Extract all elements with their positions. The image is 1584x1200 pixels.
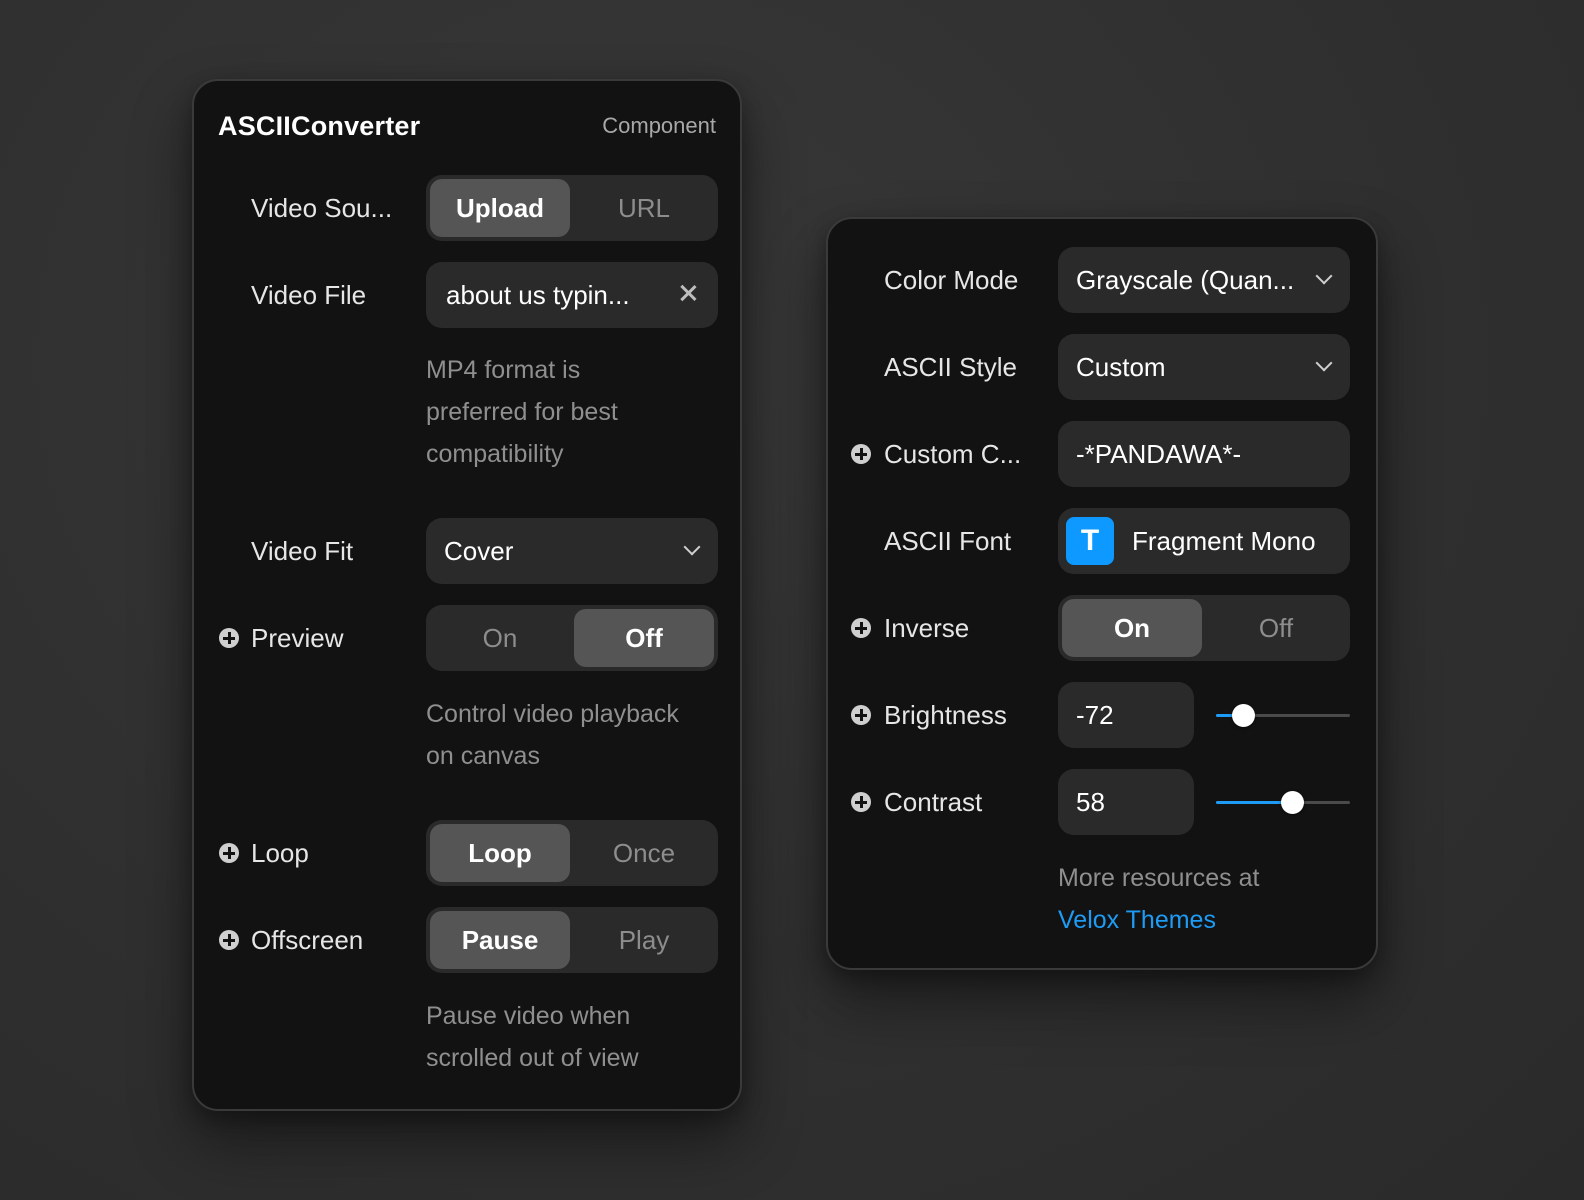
offscreen-label: Offscreen (251, 924, 364, 955)
help-line: Pause video when (426, 1002, 631, 1030)
plus-circle-icon[interactable] (851, 705, 871, 725)
custom-chars-value: -*PANDAWA*- (1076, 438, 1242, 469)
preview-on-option[interactable]: On (430, 609, 570, 667)
loop-option[interactable]: Loop (430, 824, 570, 882)
ascii-style-value: Custom (1076, 351, 1166, 382)
contrast-value: 58 (1076, 786, 1105, 817)
chevron-down-icon (683, 538, 701, 556)
inverse-off-option[interactable]: Off (1206, 599, 1346, 657)
inverse-label: Inverse (884, 612, 970, 643)
help-line: on canvas (426, 742, 540, 770)
video-fit-label: Video Fit (251, 535, 354, 566)
slider-thumb[interactable] (1281, 791, 1305, 814)
help-line: compatibility (426, 440, 564, 468)
resources-footer: More resources at Velox Themes (1058, 857, 1259, 941)
video-file-help: MP4 format is preferred for best compati… (426, 349, 618, 475)
inverse-toggle[interactable]: On Off (1058, 595, 1350, 661)
custom-chars-input[interactable]: -*PANDAWA*- (1058, 421, 1350, 487)
help-line: scrolled out of view (426, 1044, 639, 1072)
help-line: Control video playback (426, 700, 679, 728)
ascii-font-label: ASCII Font (884, 525, 1012, 556)
contrast-label: Contrast (884, 786, 983, 817)
velox-themes-link[interactable]: Velox Themes (1058, 899, 1259, 941)
video-source-label: Video Sou... (251, 192, 393, 223)
once-option[interactable]: Once (574, 824, 714, 882)
brightness-value: -72 (1076, 699, 1114, 730)
url-option[interactable]: URL (574, 179, 714, 237)
preview-label: Preview (251, 622, 344, 653)
help-line: MP4 format is (426, 356, 581, 384)
color-mode-row: Color Mode Grayscale (Quan... (828, 247, 1376, 313)
play-option[interactable]: Play (574, 911, 714, 969)
slider-thumb[interactable] (1231, 704, 1255, 727)
ascii-font-value: Fragment Mono (1132, 525, 1316, 556)
upload-option[interactable]: Upload (430, 179, 570, 237)
loop-label: Loop (251, 837, 309, 868)
plus-circle-icon[interactable] (851, 618, 871, 638)
contrast-slider[interactable] (1216, 769, 1350, 835)
ascii-converter-panel: ASCIIConverter Component Video Sou... Up… (192, 79, 742, 1111)
contrast-input[interactable]: 58 (1058, 769, 1194, 835)
video-file-name: about us typin... (446, 279, 630, 310)
plus-circle-icon[interactable] (219, 930, 239, 950)
ascii-font-picker[interactable]: T Fragment Mono (1058, 508, 1350, 574)
brightness-row: Brightness -72 (828, 682, 1376, 748)
video-fit-row: Video Fit Cover (194, 518, 740, 584)
inverse-on-option[interactable]: On (1062, 599, 1202, 657)
color-mode-select[interactable]: Grayscale (Quan... (1058, 247, 1350, 313)
inverse-row: Inverse On Off (828, 595, 1376, 661)
video-fit-select[interactable]: Cover (426, 518, 718, 584)
offscreen-toggle[interactable]: Pause Play (426, 907, 718, 973)
video-fit-value: Cover (444, 535, 514, 566)
video-file-field[interactable]: about us typin... (426, 262, 718, 328)
panel-subtitle: Component (602, 113, 716, 138)
resources-text: More resources at (1058, 864, 1260, 892)
brightness-input[interactable]: -72 (1058, 682, 1194, 748)
type-icon: T (1066, 517, 1114, 565)
pause-option[interactable]: Pause (430, 911, 570, 969)
plus-circle-icon[interactable] (851, 792, 871, 812)
loop-toggle[interactable]: Loop Once (426, 820, 718, 886)
ascii-style-label: ASCII Style (884, 351, 1017, 382)
plus-circle-icon[interactable] (851, 444, 871, 464)
custom-chars-label: Custom C... (884, 438, 1022, 469)
custom-chars-row: Custom C... -*PANDAWA*- (828, 421, 1376, 487)
video-file-row: Video File about us typin... (194, 262, 740, 328)
plus-circle-icon[interactable] (219, 628, 239, 648)
brightness-slider[interactable] (1216, 682, 1350, 748)
preview-off-option[interactable]: Off (574, 609, 714, 667)
contrast-row: Contrast 58 (828, 769, 1376, 835)
chevron-down-icon (1315, 267, 1333, 285)
color-mode-value: Grayscale (Quan... (1076, 264, 1295, 295)
preview-toggle[interactable]: On Off (426, 605, 718, 671)
video-source-toggle[interactable]: Upload URL (426, 175, 718, 241)
plus-circle-icon[interactable] (219, 843, 239, 863)
brightness-label: Brightness (884, 699, 1007, 730)
close-icon[interactable] (676, 281, 700, 305)
video-file-label: Video File (251, 279, 367, 310)
chevron-down-icon (1315, 354, 1333, 372)
offscreen-help: Pause video when scrolled out of view (426, 995, 639, 1079)
ascii-font-row: ASCII Font T Fragment Mono (828, 508, 1376, 574)
preview-help: Control video playback on canvas (426, 693, 679, 777)
loop-row: Loop Loop Once (194, 820, 740, 886)
ascii-settings-panel: Color Mode Grayscale (Quan... ASCII Styl… (826, 217, 1378, 970)
video-source-row: Video Sou... Upload URL (194, 175, 740, 241)
help-line: preferred for best (426, 398, 618, 426)
preview-row: Preview On Off (194, 605, 740, 671)
ascii-style-row: ASCII Style Custom (828, 334, 1376, 400)
panel-title: ASCIIConverter (218, 110, 421, 141)
color-mode-label: Color Mode (884, 264, 1019, 295)
ascii-style-select[interactable]: Custom (1058, 334, 1350, 400)
offscreen-row: Offscreen Pause Play (194, 907, 740, 973)
panel-header: ASCIIConverter Component (218, 109, 716, 143)
